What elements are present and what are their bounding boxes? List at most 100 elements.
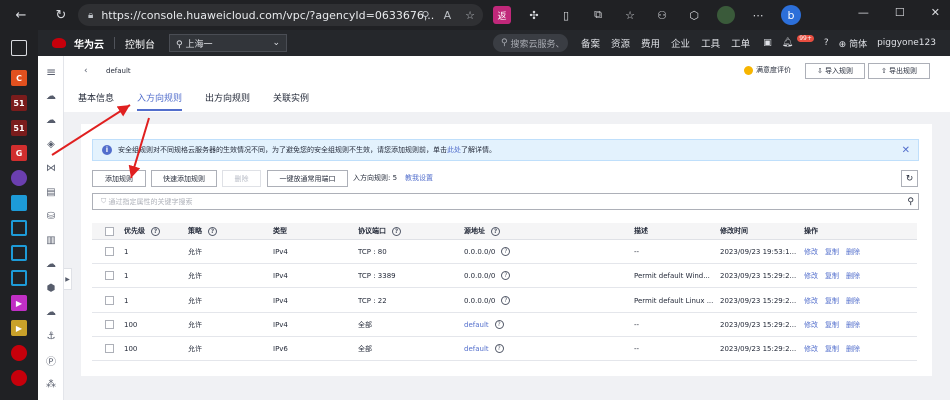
source-value[interactable]: default <box>464 345 489 353</box>
search-page-icon[interactable]: ⚲ <box>422 9 430 22</box>
row-checkbox[interactable] <box>105 271 114 280</box>
help-icon[interactable]: ? <box>501 247 511 256</box>
nav-link-filing[interactable]: 备案 <box>581 36 600 50</box>
nav-link-resources[interactable]: 资源 <box>611 36 630 50</box>
help-icon[interactable]: ? <box>494 320 504 329</box>
copy-link[interactable]: 复制 <box>825 296 839 306</box>
tab-favicon[interactable]: C <box>11 70 27 86</box>
copy-link[interactable]: 复制 <box>825 247 839 257</box>
nav-link-tickets[interactable]: 工单 <box>731 36 750 50</box>
read-aloud-icon[interactable]: A <box>444 9 452 22</box>
reload-icon[interactable]: ↻ <box>50 4 72 26</box>
modify-link[interactable]: 修改 <box>804 344 818 354</box>
filter-search-input[interactable]: ⛉ 通过指定属性的关键字搜索 ⚲ <box>92 193 919 210</box>
huawei-logo[interactable]: 华为云 <box>52 36 104 51</box>
help-icon[interactable]: ? <box>501 271 511 280</box>
modify-link[interactable]: 修改 <box>804 271 818 281</box>
maximize-icon[interactable]: ☐ <box>895 6 905 19</box>
user-menu[interactable]: piggyone123 <box>877 38 936 48</box>
collapse-sidebar-handle[interactable]: ▶ <box>64 268 72 290</box>
console-link[interactable]: 控制台 <box>125 36 155 51</box>
close-icon[interactable]: ✕ <box>902 145 910 156</box>
sync-icon[interactable]: ⚇ <box>653 6 671 24</box>
cloud-service-icon[interactable]: ☁ <box>38 300 64 324</box>
terminal-icon[interactable]: ▣ <box>763 38 772 48</box>
nav-link-enterprise[interactable]: 企业 <box>671 36 690 50</box>
import-rules-button[interactable]: ⇩ 导入规则 <box>805 63 865 79</box>
refresh-button[interactable]: ↻ <box>901 170 918 187</box>
parking-icon[interactable]: Ⓟ <box>38 348 64 372</box>
help-icon[interactable]: ? <box>151 226 160 236</box>
tab-favicon[interactable] <box>11 245 27 261</box>
row-checkbox[interactable] <box>105 247 114 256</box>
tab-favicon[interactable]: ▶ <box>11 320 27 336</box>
cloud-service-icon[interactable]: ☁ <box>38 84 64 108</box>
extension-icon[interactable]: ⬡ <box>685 6 703 24</box>
menu-dots-icon[interactable]: ⋯ <box>749 6 767 24</box>
help-icon[interactable]: ? <box>392 226 401 236</box>
split-screen-icon[interactable]: ▯ <box>557 6 575 24</box>
help-icon[interactable]: ? <box>491 226 500 236</box>
satisfaction-survey[interactable]: 满意度评价 <box>744 65 791 75</box>
tab-basic-info[interactable]: 基本信息 <box>78 89 114 111</box>
tab-favicon[interactable]: ▶ <box>11 295 27 311</box>
quick-add-rule-button[interactable]: 快速添加规则 <box>151 170 217 187</box>
back-chevron-icon[interactable]: ‹ <box>84 66 88 76</box>
globe-icon[interactable]: ⊕ <box>38 396 64 400</box>
modify-link[interactable]: 修改 <box>804 247 818 257</box>
modify-link[interactable]: 修改 <box>804 320 818 330</box>
favorite-star-icon[interactable]: ☆ <box>465 9 475 22</box>
row-checkbox[interactable] <box>105 344 114 353</box>
delete-link[interactable]: 删除 <box>846 271 860 281</box>
delete-link[interactable]: 删除 <box>846 320 860 330</box>
container-icon[interactable]: ⬢ <box>38 276 64 300</box>
network-icon[interactable]: ⋈ <box>38 156 64 180</box>
select-all-checkbox[interactable] <box>105 226 114 236</box>
delete-link[interactable]: 删除 <box>846 344 860 354</box>
favorites-icon[interactable]: ☆ <box>621 6 639 24</box>
search-icon[interactable]: ⚲ <box>907 197 914 207</box>
tab-favicon[interactable] <box>11 195 27 211</box>
source-value[interactable]: default <box>464 321 489 329</box>
bell-icon[interactable]: 🔔︎ <box>782 38 793 48</box>
tab-favicon[interactable]: G <box>11 145 27 161</box>
delete-link[interactable]: 删除 <box>846 247 860 257</box>
row-checkbox[interactable] <box>105 296 114 305</box>
minimize-icon[interactable]: — <box>858 6 869 19</box>
tab-favicon[interactable] <box>11 270 27 286</box>
tab-actions-icon[interactable] <box>11 40 27 56</box>
help-setup-link[interactable]: 教我设置 <box>405 173 433 183</box>
cloud-service-icon[interactable]: ☁ <box>38 252 64 276</box>
help-icon[interactable]: ? <box>208 226 217 236</box>
tab-favicon[interactable]: 51 <box>11 120 27 136</box>
address-bar[interactable]: 🔒︎ https://console.huaweicloud.com/vpc/?… <box>78 4 483 26</box>
info-link[interactable]: 此处 <box>447 145 461 155</box>
region-select[interactable]: ⚲ 上海一 ⌄ <box>169 34 287 52</box>
language-switch[interactable]: ⊕ 简体 <box>839 37 867 50</box>
menu-icon[interactable]: ≡ <box>38 60 64 84</box>
delete-link[interactable]: 删除 <box>846 296 860 306</box>
delete-button[interactable]: 删除 <box>222 170 261 187</box>
anchor-icon[interactable]: ⚓ <box>38 324 64 348</box>
help-icon[interactable]: ? <box>494 344 504 353</box>
open-common-ports-button[interactable]: 一键放通常用端口 <box>267 170 348 187</box>
tab-associated-instances[interactable]: 关联实例 <box>273 89 309 111</box>
export-rules-button[interactable]: ⇧ 导出规则 <box>868 63 930 79</box>
storage-icon[interactable]: ▥ <box>38 228 64 252</box>
extension-icon[interactable]: 返 <box>493 6 511 24</box>
back-arrow-icon[interactable]: ← <box>10 4 32 26</box>
bing-icon[interactable]: b <box>781 5 801 25</box>
close-icon[interactable]: ✕ <box>931 6 940 19</box>
modify-link[interactable]: 修改 <box>804 296 818 306</box>
row-checkbox[interactable] <box>105 320 114 329</box>
tab-favicon[interactable] <box>11 345 27 361</box>
tab-inbound-rules[interactable]: 入方向规则 <box>137 89 183 111</box>
tab-favicon[interactable]: 51 <box>11 95 27 111</box>
nav-link-billing[interactable]: 费用 <box>641 36 660 50</box>
cloud-service-icon[interactable]: ☁ <box>38 108 64 132</box>
cluster-icon[interactable]: ⁂ <box>38 372 64 396</box>
add-rule-button[interactable]: 添加规则 <box>92 170 146 187</box>
service-search[interactable]: ⚲ 搜索云服务、 <box>493 34 568 52</box>
document-icon[interactable]: ▤ <box>38 180 64 204</box>
tab-favicon[interactable] <box>11 170 27 186</box>
